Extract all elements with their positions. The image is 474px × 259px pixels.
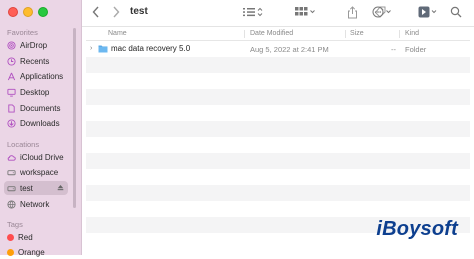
sidebar-item-label: AirDrop xyxy=(20,40,48,50)
globe-icon xyxy=(7,199,16,209)
sidebar-item-label: test xyxy=(20,183,33,193)
sidebar-item-tag-orange[interactable]: Orange xyxy=(4,245,68,259)
desktop-icon xyxy=(7,88,16,97)
sidebar-item-icloud-drive[interactable]: iCloud Drive xyxy=(4,150,68,164)
list-view-icon xyxy=(243,7,263,17)
empty-row xyxy=(86,121,470,137)
tags-heading: Tags xyxy=(7,220,23,229)
cloud-icon xyxy=(7,153,16,162)
file-size: -- xyxy=(391,45,396,54)
sidebar: Favorites AirDrop Recents Applications D… xyxy=(0,0,82,257)
watermark-logo: iBoysoft xyxy=(376,218,458,240)
airdrop-icon xyxy=(7,40,16,50)
empty-row xyxy=(86,89,470,105)
group-button[interactable] xyxy=(294,5,316,19)
sidebar-item-label: workspace xyxy=(20,167,59,177)
file-name: mac data recovery 5.0 xyxy=(111,44,191,53)
window-title: test xyxy=(130,6,148,17)
drive-icon xyxy=(7,168,16,177)
sidebar-item-label: Red xyxy=(18,232,33,242)
red-tag-icon xyxy=(7,233,14,241)
empty-row xyxy=(86,169,470,185)
eject-icon[interactable] xyxy=(57,184,64,191)
sidebar-item-label: Orange xyxy=(18,247,45,257)
search-button[interactable] xyxy=(450,5,462,19)
view-options-button[interactable] xyxy=(242,5,264,19)
app-icon xyxy=(418,6,437,18)
empty-row xyxy=(86,73,470,89)
sidebar-item-network[interactable]: Network xyxy=(4,197,68,211)
sidebar-item-recents[interactable]: Recents xyxy=(4,54,68,68)
applications-icon xyxy=(7,72,16,81)
table-row[interactable]: › mac data recovery 5.0 Aug 5, 2022 at 2… xyxy=(86,41,470,57)
folder-icon xyxy=(98,45,108,53)
sidebar-item-label: iCloud Drive xyxy=(20,152,64,162)
column-header: Name Date Modified Size Kind xyxy=(86,28,470,41)
sidebar-item-desktop[interactable]: Desktop xyxy=(4,85,68,99)
file-date: Aug 5, 2022 at 2:41 PM xyxy=(250,45,329,54)
empty-row xyxy=(86,185,470,201)
empty-row xyxy=(86,201,470,217)
column-name[interactable]: Name xyxy=(108,30,127,37)
column-divider xyxy=(399,30,400,38)
download-icon xyxy=(7,118,16,128)
sidebar-item-test[interactable]: test xyxy=(4,181,68,195)
chevron-left-icon xyxy=(92,6,99,18)
clock-icon xyxy=(7,56,16,66)
sidebar-item-label: Recents xyxy=(20,56,50,66)
grid-icon xyxy=(295,7,315,16)
sidebar-item-workspace[interactable]: workspace xyxy=(4,165,68,179)
document-icon xyxy=(7,103,16,113)
minimize-button[interactable] xyxy=(23,7,33,17)
chevron-right-icon xyxy=(113,6,120,18)
toolbar: test xyxy=(82,0,474,27)
file-kind: Folder xyxy=(405,45,427,54)
chevron-right-icon[interactable]: › xyxy=(90,45,92,52)
sidebar-item-label: Downloads xyxy=(20,118,60,128)
orange-tag-icon xyxy=(7,248,14,256)
window-controls xyxy=(8,7,48,17)
close-button[interactable] xyxy=(8,7,18,17)
sidebar-item-label: Network xyxy=(20,199,50,209)
sidebar-item-applications[interactable]: Applications xyxy=(4,69,68,83)
empty-row xyxy=(86,137,470,153)
column-kind[interactable]: Kind xyxy=(405,30,419,37)
locations-heading: Locations xyxy=(7,140,40,149)
back-button[interactable] xyxy=(92,5,100,19)
column-date-modified[interactable]: Date Modified xyxy=(250,30,293,37)
zoom-button[interactable] xyxy=(38,7,48,17)
sidebar-item-label: Documents xyxy=(20,103,61,113)
favorites-heading: Favorites xyxy=(7,28,38,37)
search-icon xyxy=(450,6,462,18)
share-button[interactable] xyxy=(347,5,358,19)
empty-row xyxy=(86,57,470,73)
share-icon xyxy=(348,5,357,18)
sidebar-scrollbar[interactable] xyxy=(73,28,76,208)
empty-row xyxy=(86,105,470,121)
app-toggle-button[interactable] xyxy=(418,5,438,19)
ellipsis-circle-icon xyxy=(372,6,391,18)
sidebar-item-documents[interactable]: Documents xyxy=(4,101,68,115)
sidebar-item-tag-red[interactable]: Red xyxy=(4,230,68,244)
sidebar-item-airdrop[interactable]: AirDrop xyxy=(4,38,68,52)
sidebar-item-downloads[interactable]: Downloads xyxy=(4,116,68,130)
sidebar-item-label: Desktop xyxy=(20,87,50,97)
more-actions-button[interactable] xyxy=(372,5,394,19)
forward-button[interactable] xyxy=(112,5,120,19)
drive-icon xyxy=(7,184,16,193)
column-size[interactable]: Size xyxy=(350,30,364,37)
empty-row xyxy=(86,153,470,169)
column-divider xyxy=(244,30,245,38)
sidebar-item-label: Applications xyxy=(20,71,64,81)
column-divider xyxy=(345,30,346,38)
